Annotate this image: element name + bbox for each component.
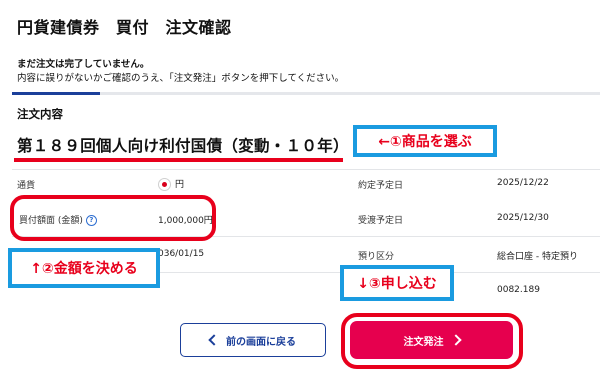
section-title: 注文内容 xyxy=(17,107,63,121)
partial-date-value: 036/01/15 xyxy=(158,249,205,259)
back-button[interactable]: 前の画面に戻る xyxy=(180,323,326,357)
annotation-step3: ↓③申し込む xyxy=(340,265,454,301)
delivery-date-label: 受渡予定日 xyxy=(358,216,404,226)
annotation-step1: ←①商品を選ぶ xyxy=(353,125,497,157)
product-highlight-underline xyxy=(14,158,343,162)
custody-label: 預り区分 xyxy=(358,252,395,262)
currency-value: 円 xyxy=(158,177,184,191)
annotation-step2: ↑②金額を決める xyxy=(8,248,160,288)
chevron-left-icon xyxy=(208,334,220,346)
incomplete-notice: まだ注文は完了していません。 xyxy=(17,59,150,70)
row-divider xyxy=(12,169,600,170)
section-divider-accent xyxy=(12,92,100,95)
place-order-button[interactable]: 注文発注 xyxy=(350,321,513,359)
contract-date-value: 2025/12/22 xyxy=(497,178,549,188)
delivery-date-value: 2025/12/30 xyxy=(497,213,549,223)
instruction-text: 内容に誤りがないかご確認のうえ、「注文発注」ボタンを押下してください。 xyxy=(17,73,345,84)
currency-label: 通貨 xyxy=(17,181,36,191)
page-title: 円貨建債券 買付 注文確認 xyxy=(17,18,232,37)
section-divider xyxy=(12,92,600,95)
price-value: 0082.189 xyxy=(497,285,540,295)
face-value-highlight xyxy=(10,195,216,241)
contract-date-label: 約定予定日 xyxy=(358,181,404,191)
japan-flag-icon xyxy=(158,178,171,191)
product-name: 第１８９回個人向け利付国債（変動・１０年） xyxy=(17,137,349,155)
chevron-right-icon xyxy=(449,334,462,346)
custody-value: 総合口座 - 特定預り xyxy=(497,252,578,262)
